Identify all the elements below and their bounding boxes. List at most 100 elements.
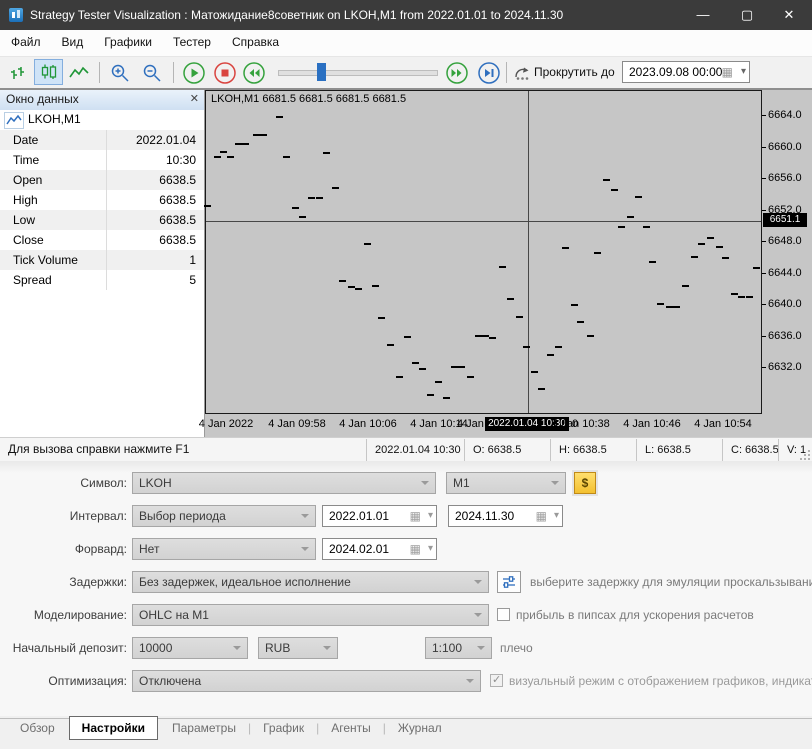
time-tick-label: 4 Jan 09:58	[268, 418, 326, 430]
forward-date-value: 2024.02.01	[329, 542, 390, 556]
tab-settings[interactable]: Настройки	[68, 716, 158, 740]
skip-to-end-icon	[478, 61, 500, 84]
visual-mode-label: визуальный режим с отображением графиков…	[509, 674, 812, 688]
zoom-out-button[interactable]	[139, 60, 165, 85]
chevron-down-icon	[301, 514, 309, 518]
price-tick	[762, 304, 766, 305]
minimize-button[interactable]: —	[686, 0, 720, 30]
line-chart-button[interactable]	[66, 60, 92, 85]
time-axis[interactable]: 2022.01.04 10:30 0 4 Jan 2022 4 Jan 09:58…	[199, 414, 811, 434]
data-row-open: Open 6638.5	[0, 170, 204, 190]
leverage-select[interactable]: 1:100	[425, 637, 492, 659]
profit-pips-checkbox[interactable]	[497, 608, 510, 621]
scroll-to-label: Прокрутить до	[534, 65, 615, 79]
deposit-select[interactable]: 10000	[132, 637, 248, 659]
menu-item-help[interactable]: Справка	[222, 30, 289, 55]
data-window-symbol-row[interactable]: LKOH,M1	[0, 110, 204, 131]
fast-forward-button[interactable]	[444, 60, 470, 85]
date-to-field[interactable]: 2024.11.30 ▦ ▾	[448, 505, 563, 527]
tab-parameters[interactable]: Параметры	[160, 716, 248, 740]
price-dash	[707, 237, 714, 239]
price-dash	[467, 376, 474, 378]
data-row-time: Time 10:30	[0, 150, 204, 170]
play-button[interactable]	[181, 60, 207, 85]
data-row-date: Date 2022.01.04	[0, 130, 204, 150]
tab-overview[interactable]: Обзор	[8, 716, 67, 740]
price-dash	[635, 196, 642, 198]
delays-select[interactable]: Без задержек, идеальное исполнение	[132, 571, 489, 593]
data-row-spread: Spread 5	[0, 270, 204, 290]
currency-select[interactable]: RUB	[258, 637, 338, 659]
maximize-button[interactable]: ▢	[730, 0, 764, 30]
menu-item-view[interactable]: Вид	[52, 30, 94, 55]
data-row-label: Date	[13, 133, 39, 147]
calendar-icon: ▦	[409, 542, 421, 556]
price-dash	[618, 226, 625, 228]
menu-item-file[interactable]: Файл	[1, 30, 51, 55]
price-tick	[762, 335, 766, 337]
data-row-value: 6638.5	[159, 193, 196, 207]
period-select[interactable]: M1	[446, 472, 566, 494]
app-icon	[9, 8, 23, 22]
chevron-down-icon	[474, 613, 482, 617]
skip-to-end-button[interactable]	[476, 60, 502, 85]
data-row-high: High 6638.5	[0, 190, 204, 210]
price-dash	[387, 344, 394, 346]
price-dash	[627, 216, 634, 218]
forward-select[interactable]: Нет	[132, 538, 316, 560]
menu-item-charts[interactable]: Графики	[94, 30, 162, 55]
dropdown-arrow-icon: ▾	[553, 510, 559, 521]
optimization-select[interactable]: Отключена	[132, 670, 481, 692]
menu-item-tester[interactable]: Тестер	[163, 30, 221, 55]
candles-chart-button[interactable]	[34, 59, 63, 85]
date-from-field[interactable]: 2022.01.01 ▦ ▾	[322, 505, 437, 527]
price-dash	[507, 298, 514, 300]
tab-graph[interactable]: График	[251, 716, 316, 740]
chart-plot[interactable]: LKOH,M1 6681.5 6681.5 6681.5 6681.5	[204, 90, 762, 414]
zoom-in-icon	[111, 64, 129, 82]
symbol-select[interactable]: LKOH	[132, 472, 436, 494]
price-dash	[555, 346, 562, 348]
speed-slider-track[interactable]	[278, 70, 438, 76]
price-dash	[458, 366, 465, 368]
leverage-value: 1:100	[432, 641, 463, 655]
tab-journal[interactable]: Журнал	[386, 716, 454, 740]
modeling-select[interactable]: OHLC на M1	[132, 604, 489, 626]
data-row-value: 2022.01.04	[135, 133, 196, 147]
time-tick-label: 4 Jan 10:46	[623, 418, 681, 430]
menu-bar: Файл Вид Графики Тестер Справка	[0, 30, 812, 57]
scroll-to-datetime-select[interactable]: 2023.09.08 00:00 ▦ ▾	[622, 61, 750, 83]
forward-date-field[interactable]: 2024.02.01 ▦ ▾	[322, 538, 437, 560]
delays-settings-button[interactable]	[497, 571, 521, 593]
rewind-button[interactable]	[241, 60, 267, 85]
price-dash	[443, 397, 450, 399]
speed-slider-handle[interactable]	[317, 63, 326, 81]
stop-button[interactable]	[212, 60, 238, 85]
data-window-close-icon[interactable]: ✕	[190, 90, 199, 109]
time-tick-label: 4 Jan 10:54	[694, 418, 752, 430]
deposit-label: Начальный депозит:	[12, 641, 127, 655]
visual-mode-checkbox[interactable]	[490, 673, 503, 687]
price-dash	[538, 388, 545, 390]
tab-agents[interactable]: Агенты	[319, 716, 383, 740]
chart-area[interactable]: LKOH,M1 6681.5 6681.5 6681.5 6681.5 6651…	[199, 90, 812, 437]
data-row-label: Tick Volume	[13, 253, 78, 267]
data-row-close: Close 6638.5	[0, 230, 204, 250]
bars-chart-button[interactable]	[5, 60, 31, 85]
price-dash	[531, 371, 538, 373]
price-tick-label: 6664.0	[768, 109, 802, 121]
symbol-properties-button[interactable]: $	[574, 472, 596, 494]
toolbar-separator	[99, 62, 100, 83]
data-row-value: 1	[189, 253, 196, 267]
price-dash	[260, 134, 267, 136]
status-close: C: 6638.5	[722, 439, 779, 461]
price-tick	[762, 209, 766, 211]
price-axis[interactable]: 6651.1 6664.0 6660.0 6656.0 6652.0 6648.0 664…	[762, 90, 812, 434]
close-button[interactable]: ✕	[772, 0, 806, 30]
interval-select[interactable]: Выбор периода	[132, 505, 316, 527]
data-row-value: 6638.5	[159, 213, 196, 227]
zoom-in-button[interactable]	[107, 60, 133, 85]
data-row-value: 10:30	[165, 153, 196, 167]
fast-forward-icon	[446, 61, 468, 84]
price-dash	[571, 304, 578, 306]
